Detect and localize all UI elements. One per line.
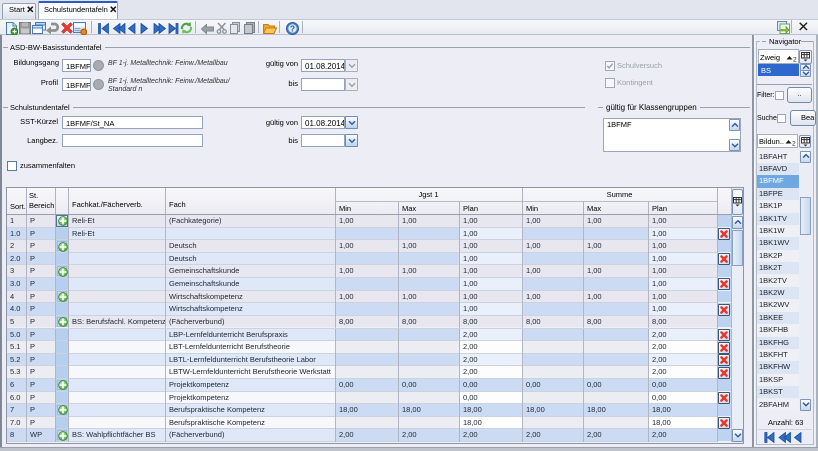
svg-text:2: 2 <box>793 57 797 63</box>
svg-text:2: 2 <box>792 141 796 147</box>
svg-text:?: ? <box>290 24 295 34</box>
